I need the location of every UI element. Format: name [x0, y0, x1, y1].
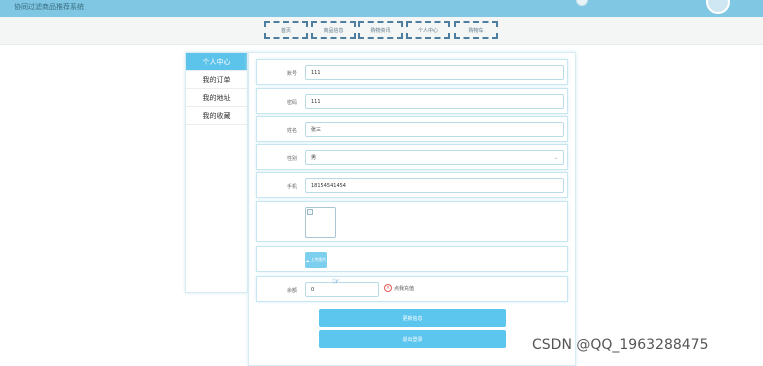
balance-row: 余额 0 × 点我充值 — [256, 276, 568, 302]
name-field[interactable]: 张三 — [305, 122, 564, 137]
sidebar: 个人中心 我的订单 我的地址 我的收藏 — [185, 52, 248, 293]
watermark-text: CSDN @QQ_1963288475 — [532, 337, 709, 353]
nav-home[interactable]: 首页 — [264, 21, 308, 39]
avatar-image-row — [256, 201, 568, 242]
sidebar-item-orders[interactable]: 我的订单 — [186, 71, 247, 89]
balance-field[interactable]: 0 — [305, 282, 379, 297]
upload-button[interactable]: ☁ 上传图片 — [305, 252, 327, 268]
nav-cart[interactable]: 购物车 — [454, 21, 498, 39]
balance-label: 余额 — [287, 288, 298, 294]
sidebar-item-address[interactable]: 我的地址 — [186, 89, 247, 107]
password-row: 密码 111 — [256, 88, 568, 114]
nav-bar: 首页 商品信息 购物资讯 个人中心 购物车 — [0, 17, 763, 45]
password-field[interactable]: 111 — [305, 94, 564, 109]
nav-products[interactable]: 商品信息 — [311, 21, 356, 39]
gender-label: 性别 — [287, 156, 298, 162]
phone-label: 手机 — [287, 184, 298, 190]
sidebar-item-profile[interactable]: 个人中心 — [186, 53, 247, 71]
password-label: 密码 — [287, 100, 298, 106]
nav-profile[interactable]: 个人中心 — [406, 21, 450, 39]
username-field[interactable]: 111 — [305, 65, 564, 80]
header-icon[interactable] — [576, 0, 588, 6]
broken-image-icon — [307, 209, 313, 215]
chevron-down-icon: ⌄ — [553, 154, 558, 161]
phone-field[interactable]: 18154541454 — [305, 178, 564, 193]
upload-button-label: 上传图片 — [310, 257, 327, 262]
gender-row: 性别 男 ⌄ — [256, 144, 568, 170]
name-row: 姓名 张三 — [256, 116, 568, 142]
sidebar-item-favorites[interactable]: 我的收藏 — [186, 107, 247, 125]
logout-button[interactable]: 退出登录 — [319, 330, 506, 348]
recharge-link[interactable]: 点我充值 — [394, 285, 414, 292]
phone-row: 手机 18154541454 — [256, 172, 568, 198]
cloud-upload-icon: ☁ — [305, 257, 310, 263]
upload-row: ☁ 上传图片 — [256, 246, 568, 272]
username-row: 账号 111 — [256, 59, 568, 85]
gender-select[interactable]: 男 ⌄ — [305, 150, 564, 165]
app-title: 协同过滤商品推荐系统 — [14, 3, 84, 11]
avatar[interactable] — [706, 0, 730, 14]
top-header: 协同过滤商品推荐系统 — [0, 0, 763, 17]
avatar-image — [305, 207, 336, 238]
nav-news[interactable]: 购物资讯 — [358, 21, 403, 39]
hand-cursor-icon: ☞ — [332, 277, 341, 287]
name-label: 姓名 — [287, 128, 298, 134]
update-info-button[interactable]: 更新信息 — [319, 309, 506, 327]
username-label: 账号 — [287, 71, 298, 77]
warning-icon: × — [384, 284, 392, 292]
gender-value: 男 — [311, 155, 317, 161]
